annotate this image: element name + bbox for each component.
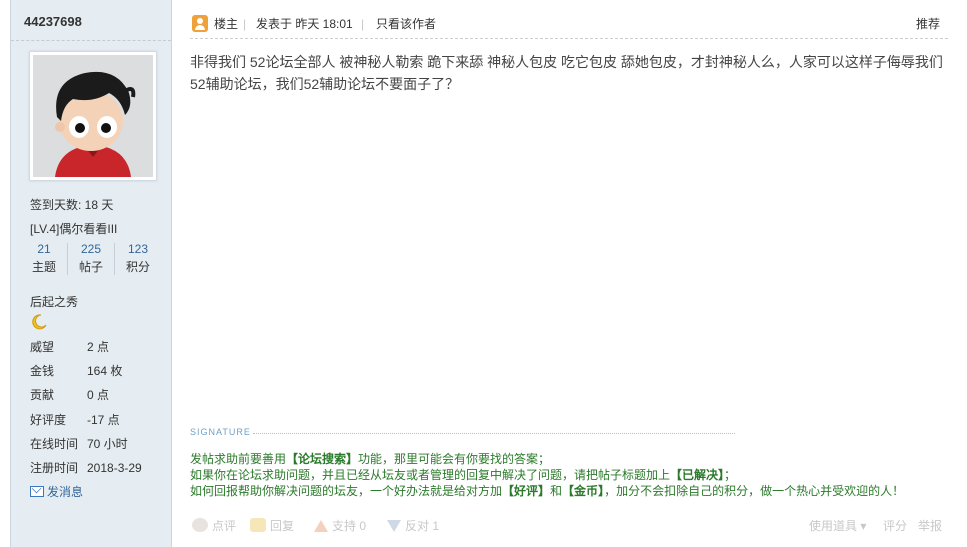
count-posts-label: 帖子 [78, 260, 103, 274]
user-info-sidebar: 44237698 签到天数: 18 天 [LV.4]偶尔看看III 21 主题 … [10, 0, 172, 547]
rate-button[interactable]: 评分 [883, 517, 907, 534]
user-counts: 21 主题 225 帖子 123 积分 [21, 241, 161, 277]
info-online-time: 在线时间 70 小时 [30, 435, 128, 452]
count-points[interactable]: 123 积分 [115, 241, 161, 277]
author-role: 楼主 [214, 17, 239, 31]
comment-icon [192, 518, 208, 532]
header-divider: | [243, 17, 247, 31]
signature-divider [253, 433, 735, 434]
count-points-label: 积分 [125, 260, 150, 274]
forum-post-page: 44237698 签到天数: 18 天 [LV.4]偶尔看看III 21 主题 … [0, 0, 967, 547]
signature-text: 功能，那里可能会有你要找的答案； [358, 452, 551, 466]
reply-label: 回复 [270, 519, 295, 533]
info-key: 好评度 [30, 413, 67, 427]
signature-text: 如何回报帮助你解决问题的坛友，一个好办法就是给对方加 [190, 484, 503, 498]
count-threads[interactable]: 21 主题 [21, 241, 67, 277]
avatar[interactable] [29, 51, 157, 181]
only-author-link[interactable]: 只看该作者 [376, 16, 436, 32]
signature-line-3: 如何回报帮助你解决问题的坛友，一个好办法就是给对方加【好评】和【金币】，加分不会… [190, 483, 904, 499]
report-button[interactable]: 举报 [918, 517, 942, 534]
comment-button[interactable]: 点评 [192, 517, 236, 534]
info-key: 注册时间 [30, 461, 79, 475]
signature-line-2: 如果你在论坛求助问题，并且已经从坛友或者管理的回复中解决了问题，请把帖子标题加上… [190, 467, 736, 483]
signature-text: 如果你在论坛求助问题，并且已经从坛友或者管理的回复中解决了问题，请把帖子标题加上 [190, 468, 671, 482]
info-value: 0 点 [87, 388, 110, 402]
info-value: 164 枚 [87, 364, 123, 378]
support-label: 支持 0 [332, 519, 367, 533]
signature-label: SIGNATURE [190, 427, 251, 437]
envelope-icon [30, 486, 44, 497]
oppose-label: 反对 1 [405, 519, 440, 533]
post-action-bar: 点评 回复 支持 0 反对 1 使用道具 ▾ 评分 举报 [190, 513, 948, 537]
send-message-label: 发消息 [47, 485, 84, 499]
info-key: 在线时间 [30, 437, 79, 451]
info-key: 金钱 [30, 364, 55, 378]
signature-text: 发帖求助前要善用 [190, 452, 287, 466]
recommend-button[interactable]: 推荐 [916, 15, 940, 32]
count-posts-value: 225 [80, 242, 102, 256]
info-value: 70 小时 [87, 437, 128, 451]
count-threads-label: 主题 [31, 260, 56, 274]
signature-text: ； [724, 468, 737, 482]
signin-days: 签到天数: 18 天 [30, 198, 114, 212]
signature-text: ，加分不会扣除自己的积分，做一个热心并受欢迎的人！ [604, 484, 905, 498]
info-contribution: 贡献 0 点 [30, 386, 109, 403]
info-key: 威望 [30, 340, 55, 354]
info-value: -17 点 [87, 413, 120, 427]
info-value: 2018-3-29 [87, 461, 142, 475]
header-divider: | [361, 17, 365, 31]
signature-highlight: 【论坛搜索】 [286, 452, 359, 466]
post-content: 非得我们 52论坛全部人 被神秘人勒索 跪下来舔 神秘人包皮 吃它包皮 舔她包皮… [190, 54, 943, 92]
signature-text: 和 [550, 484, 563, 498]
count-posts[interactable]: 225 帖子 [68, 241, 114, 277]
signature-highlight: 【好评】 [502, 484, 551, 498]
info-value: 2 点 [87, 340, 110, 354]
use-tools-menu[interactable]: 使用道具 ▾ [809, 517, 866, 534]
signature-highlight: 【金币】 [562, 484, 605, 498]
post-header: 楼主 | 发表于 昨天 18:01 | 只看该作者 推荐 [190, 12, 948, 39]
info-key: 贡献 [30, 388, 55, 402]
avatar-image [33, 55, 153, 177]
count-threads-value: 21 [37, 242, 51, 256]
thumbs-up-icon [314, 520, 328, 532]
user-level[interactable]: [LV.4]偶尔看看III [30, 220, 117, 237]
signature-line-1: 发帖求助前要善用【论坛搜索】功能，那里可能会有你要找的答案； [190, 451, 550, 467]
reply-icon [250, 518, 266, 532]
oppose-button[interactable]: 反对 1 [387, 517, 439, 534]
info-rating: 好评度 -17 点 [30, 411, 120, 428]
send-message-link[interactable]: 发消息 [30, 483, 83, 500]
info-money: 金钱 164 枚 [30, 362, 122, 379]
crescent-moon-icon[interactable] [30, 313, 48, 334]
info-register-date: 注册时间 2018-3-29 [30, 459, 142, 476]
comment-label: 点评 [212, 519, 237, 533]
count-points-value: 123 [127, 242, 149, 256]
thread-starter-icon [192, 15, 208, 32]
username[interactable]: 44237698 [11, 0, 171, 41]
info-prestige: 威望 2 点 [30, 338, 109, 355]
signature-highlight: 【已解决】 [670, 468, 725, 482]
thumbs-down-icon [387, 520, 401, 532]
post-time: 发表于 昨天 18:01 [256, 17, 353, 31]
user-title[interactable]: 后起之秀 [30, 293, 78, 310]
reply-button[interactable]: 回复 [250, 517, 294, 534]
support-button[interactable]: 支持 0 [314, 517, 366, 534]
